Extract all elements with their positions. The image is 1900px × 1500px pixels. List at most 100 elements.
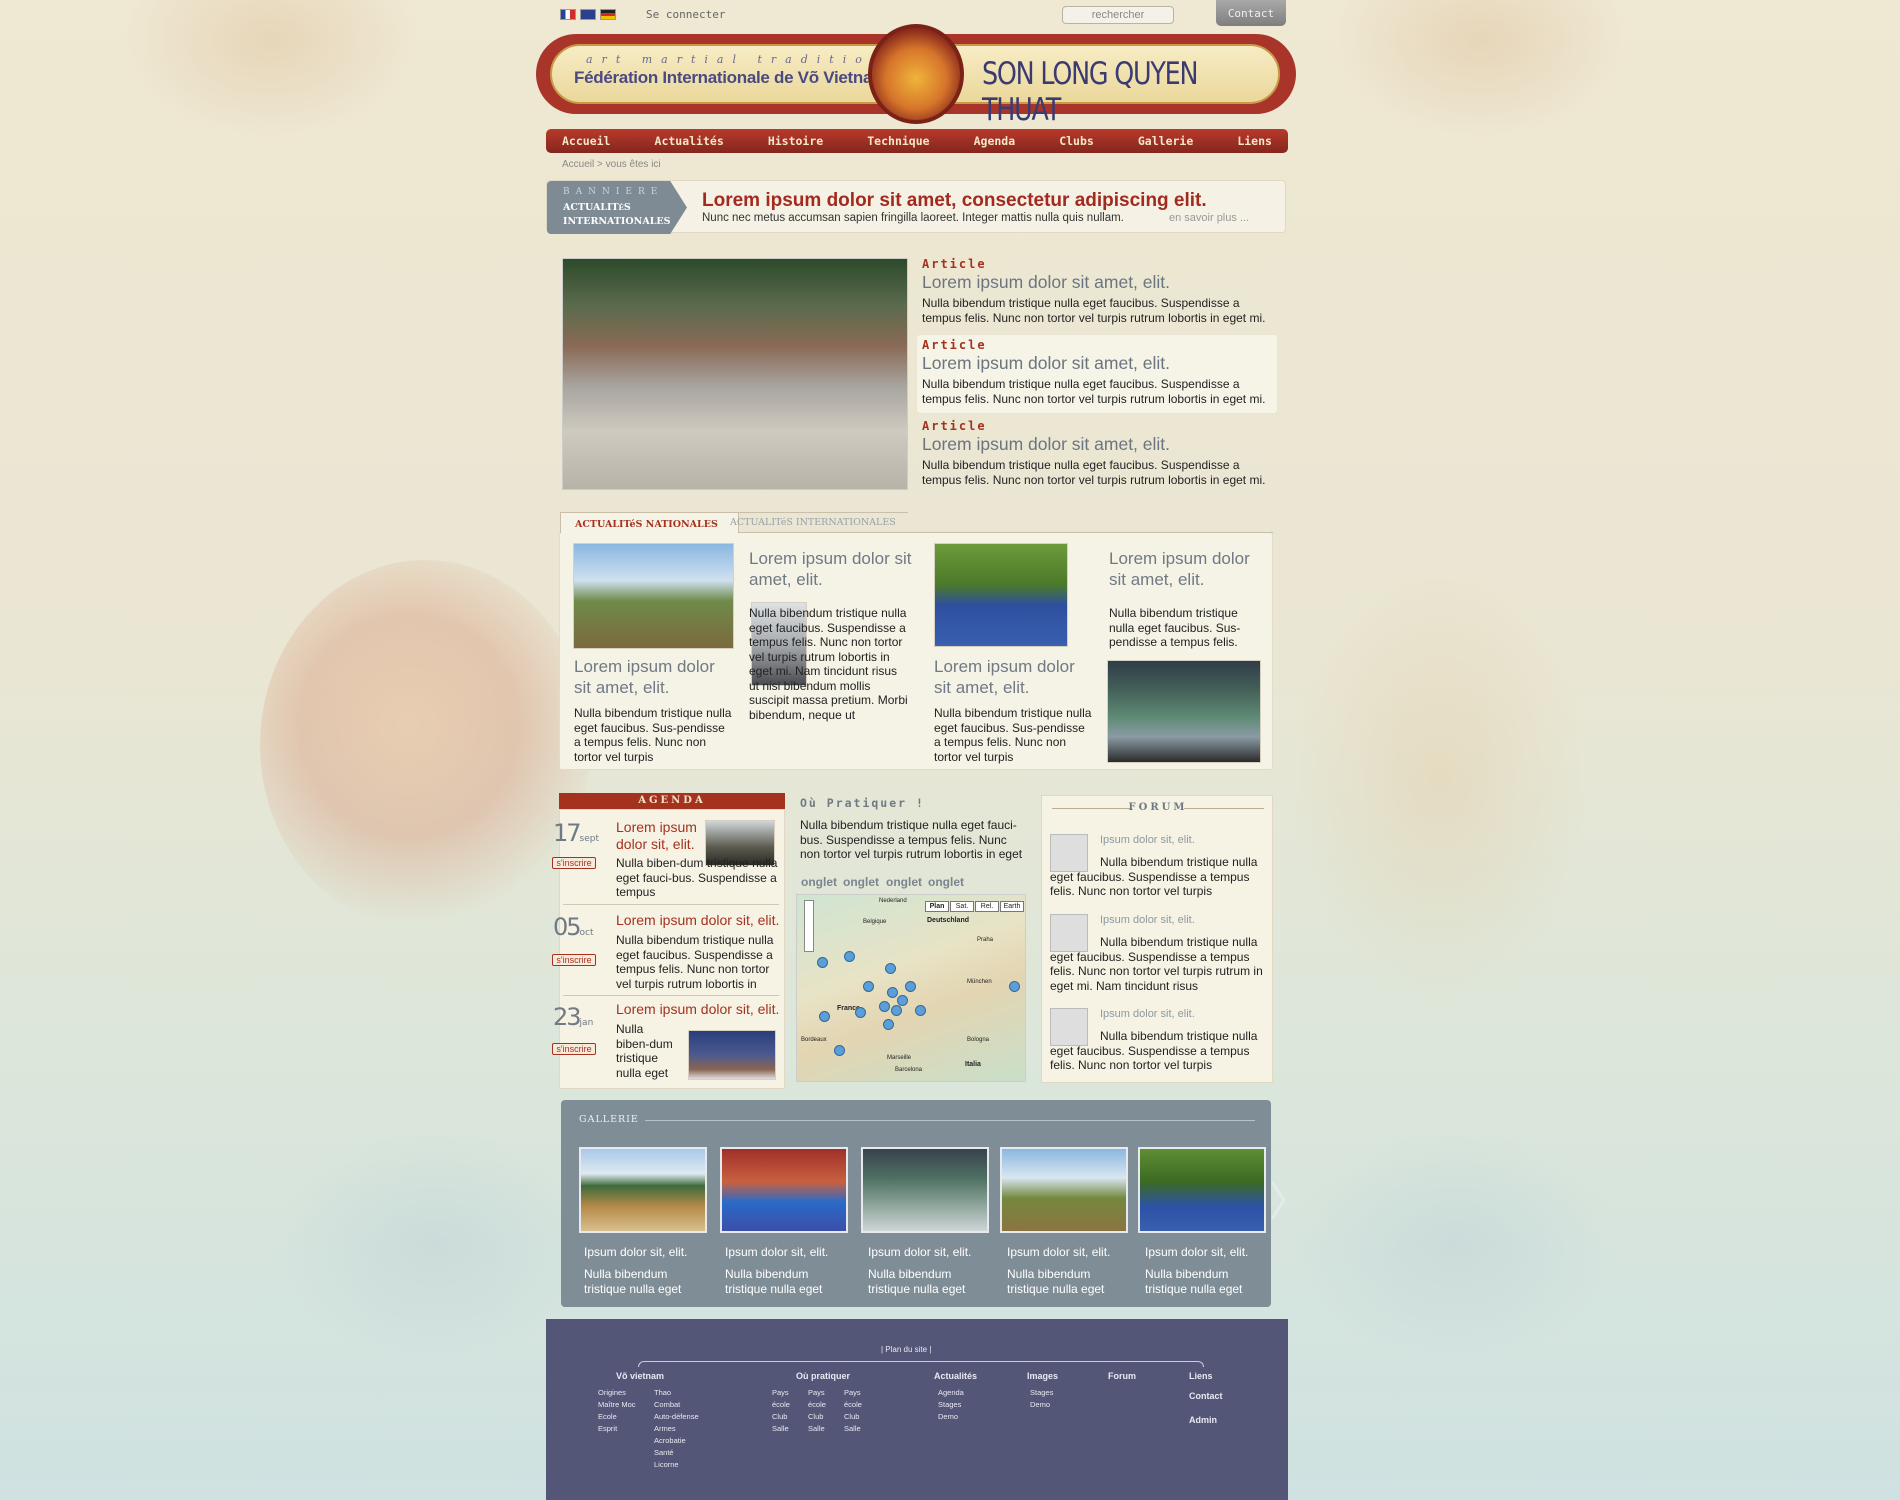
gallery-next-arrow-icon[interactable]: 〉: [1269, 1169, 1309, 1227]
footer-head-actualites[interactable]: Actualités: [934, 1371, 977, 1381]
featured-article[interactable]: Article Lorem ipsum dolor sit amet, elit…: [922, 419, 1274, 488]
news-title[interactable]: Lorem ipsum dolor sit amet, elit.: [1109, 548, 1269, 590]
gallery-item-title[interactable]: Ipsum dolor sit, elit.: [868, 1245, 971, 1259]
map-marker-icon[interactable]: [915, 1005, 926, 1016]
footer-head-images[interactable]: Images: [1027, 1371, 1058, 1381]
nav-clubs[interactable]: Clubs: [1059, 129, 1094, 153]
map-marker-icon[interactable]: [844, 951, 855, 962]
article-title[interactable]: Lorem ipsum dolor sit amet, elit.: [922, 434, 1274, 455]
dragon-emblem-icon[interactable]: [868, 24, 964, 124]
news-photo[interactable]: [573, 543, 734, 649]
map-marker-icon[interactable]: [834, 1045, 845, 1056]
map-marker-icon[interactable]: [879, 1001, 890, 1012]
map-marker-icon[interactable]: [905, 981, 916, 992]
gallery-photo[interactable]: [861, 1147, 989, 1233]
featured-photo[interactable]: [562, 258, 908, 490]
map-marker-icon[interactable]: [1009, 981, 1020, 992]
gallery-item-title[interactable]: Ipsum dolor sit, elit.: [584, 1245, 687, 1259]
practice-tab[interactable]: onglet: [886, 875, 922, 889]
footer-head-vo[interactable]: Võ vietnam: [616, 1371, 664, 1381]
footer-head-forum[interactable]: Forum: [1108, 1371, 1136, 1381]
footer-link[interactable]: Pays: [844, 1387, 861, 1399]
gallery-photo[interactable]: [579, 1147, 707, 1233]
footer-link[interactable]: Stages: [938, 1399, 961, 1411]
map-marker-icon[interactable]: [817, 957, 828, 968]
footer-link[interactable]: Agenda: [938, 1387, 964, 1399]
news-photo[interactable]: [934, 543, 1068, 647]
footer-link[interactable]: Armes: [654, 1423, 676, 1435]
footer-link[interactable]: Ecole: [598, 1411, 617, 1423]
event-title[interactable]: Lorem ipsum dolor sit, elit.: [616, 1001, 781, 1018]
search-input[interactable]: rechercher: [1062, 6, 1174, 24]
footer-link[interactable]: Salle: [808, 1423, 825, 1435]
fr-flag-icon[interactable]: [560, 9, 576, 20]
footer-link[interactable]: Maître Moc: [598, 1399, 636, 1411]
map-zoom-control[interactable]: [804, 900, 814, 952]
footer-link[interactable]: Club: [844, 1411, 859, 1423]
footer-link[interactable]: Pays: [772, 1387, 789, 1399]
gallery-item-title[interactable]: Ipsum dolor sit, elit.: [725, 1245, 828, 1259]
nav-liens[interactable]: Liens: [1237, 129, 1272, 153]
footer-link[interactable]: Club: [808, 1411, 823, 1423]
login-link[interactable]: Se connecter: [646, 8, 725, 21]
de-flag-icon[interactable]: [600, 9, 616, 20]
forum-post-title[interactable]: Ipsum dolor sit, elit.: [1100, 834, 1195, 846]
tab-actualites-internationales[interactable]: ACTUALITéS INTERNATIONALES: [718, 512, 908, 533]
map-marker-icon[interactable]: [885, 963, 896, 974]
footer-link[interactable]: Stages: [1030, 1387, 1053, 1399]
footer-link[interactable]: école: [772, 1399, 790, 1411]
nav-agenda[interactable]: Agenda: [974, 129, 1016, 153]
footer-link[interactable]: Auto-défense: [654, 1411, 699, 1423]
uk-flag-icon[interactable]: [580, 9, 596, 20]
nav-actualites[interactable]: Actualités: [655, 129, 724, 153]
map-marker-icon[interactable]: [855, 1007, 866, 1018]
footer-link[interactable]: Demo: [938, 1411, 958, 1423]
news-title[interactable]: Lorem ipsum dolor sit amet, elit.: [749, 548, 919, 590]
practice-tab[interactable]: onglet: [801, 875, 837, 889]
map-marker-icon[interactable]: [897, 995, 908, 1006]
news-title[interactable]: Lorem ipsum dolor sit amet, elit.: [574, 656, 734, 698]
map-marker-icon[interactable]: [891, 1005, 902, 1016]
footer-link[interactable]: Acrobatie: [654, 1435, 686, 1447]
forum-post-title[interactable]: Ipsum dolor sit, elit.: [1100, 1008, 1195, 1020]
footer-contact-link[interactable]: Contact: [1189, 1391, 1223, 1401]
footer-link[interactable]: Licorne: [654, 1459, 679, 1471]
footer-link[interactable]: Santé: [654, 1447, 674, 1459]
map-tab-earth[interactable]: Earth: [1000, 901, 1024, 912]
map-marker-icon[interactable]: [887, 987, 898, 998]
map-tab-sat[interactable]: Sat.: [950, 901, 974, 912]
register-button[interactable]: s'inscrire: [552, 857, 596, 869]
footer-link[interactable]: Salle: [844, 1423, 861, 1435]
footer-link[interactable]: école: [844, 1399, 862, 1411]
gallery-photo[interactable]: [720, 1147, 848, 1233]
footer-link[interactable]: Salle: [772, 1423, 789, 1435]
gallery-photo[interactable]: [1138, 1147, 1266, 1233]
footer-link[interactable]: école: [808, 1399, 826, 1411]
event-photo[interactable]: [688, 1030, 776, 1080]
tab-actualites-nationales[interactable]: ACTUALITéS NATIONALES: [560, 512, 739, 533]
contact-button[interactable]: Contact: [1216, 0, 1286, 26]
featured-article[interactable]: Article Lorem ipsum dolor sit amet, elit…: [922, 257, 1274, 326]
map-marker-icon[interactable]: [819, 1011, 830, 1022]
footer-link[interactable]: Club: [772, 1411, 787, 1423]
nav-technique[interactable]: Technique: [867, 129, 929, 153]
gallery-item-title[interactable]: Ipsum dolor sit, elit.: [1145, 1245, 1248, 1259]
news-photo[interactable]: [1107, 660, 1261, 763]
gallery-item-title[interactable]: Ipsum dolor sit, elit.: [1007, 1245, 1110, 1259]
map-tab-rel[interactable]: Rel.: [975, 901, 999, 912]
practice-tab[interactable]: onglet: [843, 875, 879, 889]
nav-histoire[interactable]: Histoire: [768, 129, 823, 153]
map-marker-icon[interactable]: [863, 981, 874, 992]
footer-link[interactable]: Thao: [654, 1387, 671, 1399]
footer-link[interactable]: Pays: [808, 1387, 825, 1399]
footer-admin-link[interactable]: Admin: [1189, 1415, 1217, 1425]
featured-article[interactable]: Article Lorem ipsum dolor sit amet, elit…: [922, 338, 1274, 407]
banner-more-link[interactable]: en savoir plus ...: [1169, 212, 1249, 224]
clubs-map[interactable]: Plan Sat. Rel. Earth Nederland Deutschla…: [796, 894, 1026, 1082]
news-title[interactable]: Lorem ipsum dolor sit amet, elit.: [934, 656, 1094, 698]
event-title[interactable]: Lorem ipsum dolor sit, elit.: [616, 912, 781, 929]
nav-gallerie[interactable]: Gallerie: [1138, 129, 1193, 153]
footer-link[interactable]: Esprit: [598, 1423, 617, 1435]
footer-link[interactable]: Combat: [654, 1399, 680, 1411]
banner-title[interactable]: Lorem ipsum dolor sit amet, consectetur …: [702, 190, 1207, 212]
